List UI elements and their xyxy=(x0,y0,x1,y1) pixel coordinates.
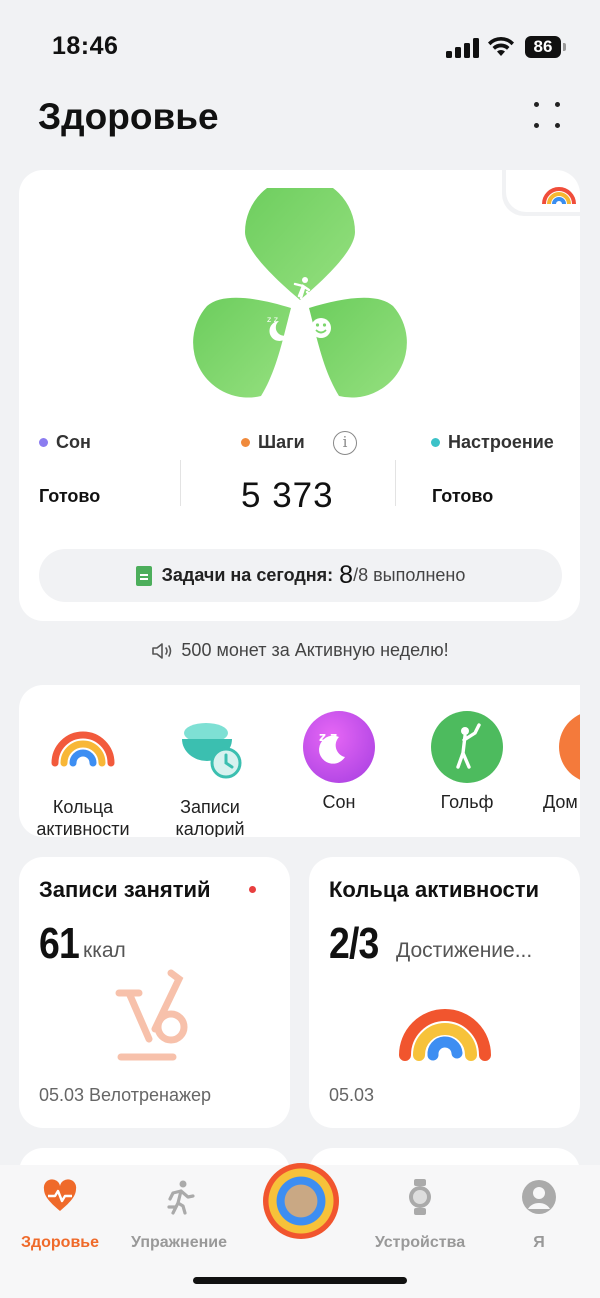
heart-pulse-icon xyxy=(43,1179,77,1211)
home-workout-icon xyxy=(559,711,580,783)
mood-stat-label: Настроение xyxy=(431,432,554,453)
daily-tasks-button[interactable]: Задачи на сегодня: 8 /8 выполнено xyxy=(39,549,562,602)
tab-label: Упражнение xyxy=(131,1234,227,1251)
divider xyxy=(180,460,181,506)
shortcut-label: Гольф xyxy=(440,792,494,812)
watch-icon xyxy=(409,1179,431,1215)
tab-label: Устройства xyxy=(374,1234,466,1251)
calories-value: 61 xyxy=(39,919,80,968)
notification-dot xyxy=(249,886,256,893)
page-title: Здоровье xyxy=(38,96,219,137)
shortcut-label: Дом трен xyxy=(543,792,580,812)
divider xyxy=(395,460,396,506)
svg-text:z z: z z xyxy=(319,730,337,744)
user-icon xyxy=(522,1180,556,1214)
svg-text:z z: z z xyxy=(267,315,278,324)
battery-level: 86 xyxy=(525,36,561,58)
tasks-done-count: 8 xyxy=(339,561,354,589)
shortcut-activity-rings[interactable]: Кольца активности xyxy=(23,711,143,837)
status-bar: 18:46 86 xyxy=(0,0,600,92)
sleep-dot-icon xyxy=(39,438,48,447)
shortcut-label: Кольца активности xyxy=(36,797,130,837)
card-title: Кольца активности xyxy=(329,877,539,902)
tasks-total: /8 выполнено xyxy=(353,565,466,585)
steps-stat-value: 5 373 xyxy=(241,476,334,515)
food-bowl-icon xyxy=(182,723,242,779)
shortcuts-row[interactable]: Кольца активности Записи калорий z z Сон… xyxy=(19,685,580,837)
promo-text: 500 монет за Активную неделю! xyxy=(181,640,449,660)
status-time: 18:46 xyxy=(52,32,119,60)
sleep-stat-label: Сон xyxy=(39,432,91,453)
workout-records-card[interactable]: Записи занятий 61 ккал 05.03 Велотренаже… xyxy=(19,857,290,1128)
rings-value: 2/3 xyxy=(329,919,379,968)
steps-stat-label: Шаги xyxy=(241,432,305,453)
wifi-icon xyxy=(488,36,514,56)
steps-dot-icon xyxy=(241,438,250,447)
sleep-moon-icon: z z xyxy=(303,711,375,783)
battery-tip xyxy=(563,43,566,51)
mood-stat-value: Готово xyxy=(432,486,494,506)
exercise-bike-icon xyxy=(115,969,188,1061)
tab-label: Я xyxy=(533,1234,545,1251)
center-activity-button[interactable] xyxy=(263,1163,339,1239)
document-icon xyxy=(135,565,152,586)
calories-unit: ккал xyxy=(83,939,126,962)
activity-rings-card[interactable]: Кольца активности 2/3 Достижение... 05.0… xyxy=(309,857,580,1128)
shortcut-label: Сон xyxy=(322,792,356,812)
shortcut-home-workout[interactable]: Дом трен xyxy=(519,711,580,813)
shortcut-label: Записи калорий xyxy=(175,797,245,837)
activity-rings-icon xyxy=(399,1009,491,1061)
cellular-signal-icon xyxy=(446,38,479,58)
tab-label: Здоровье xyxy=(20,1234,100,1251)
tab-health[interactable]: Здоровье xyxy=(0,1179,120,1252)
sleep-stat-value: Готово xyxy=(39,486,101,506)
bottom-tab-bar: Здоровье Упражнение Устройства Я xyxy=(0,1163,600,1298)
info-icon[interactable]: i xyxy=(333,431,357,455)
health-clover-card[interactable]: z z Сон Шаги i Настроение Готово 5 373 Г… xyxy=(19,170,580,621)
speaker-icon xyxy=(152,642,172,659)
mood-dot-icon xyxy=(431,438,440,447)
tab-exercise[interactable]: Упражнение xyxy=(119,1179,239,1252)
promo-banner[interactable]: 500 монет за Активную неделю! xyxy=(0,640,600,661)
shortcut-golf[interactable]: Гольф xyxy=(407,711,527,813)
tab-me[interactable]: Я xyxy=(479,1179,599,1252)
tasks-label: Задачи на сегодня: xyxy=(161,565,334,585)
activity-rings-badge-icon[interactable] xyxy=(540,176,578,208)
health-clover-icon[interactable]: z z xyxy=(179,188,421,410)
card-footer: 05.03 Велотренажер xyxy=(39,1085,212,1105)
activity-rings-icon xyxy=(51,731,115,767)
card-footer: 05.03 xyxy=(329,1085,375,1105)
card-title: Записи занятий xyxy=(39,877,211,902)
rings-status: Достижение... xyxy=(396,939,533,962)
shortcut-sleep[interactable]: z z Сон xyxy=(279,711,399,813)
tab-devices[interactable]: Устройства xyxy=(360,1179,480,1252)
runner-icon xyxy=(167,1180,195,1215)
shortcut-calorie-log[interactable]: Записи калорий xyxy=(150,711,270,837)
golf-icon xyxy=(431,711,503,783)
home-indicator xyxy=(193,1277,407,1284)
more-options-icon[interactable] xyxy=(532,100,564,132)
